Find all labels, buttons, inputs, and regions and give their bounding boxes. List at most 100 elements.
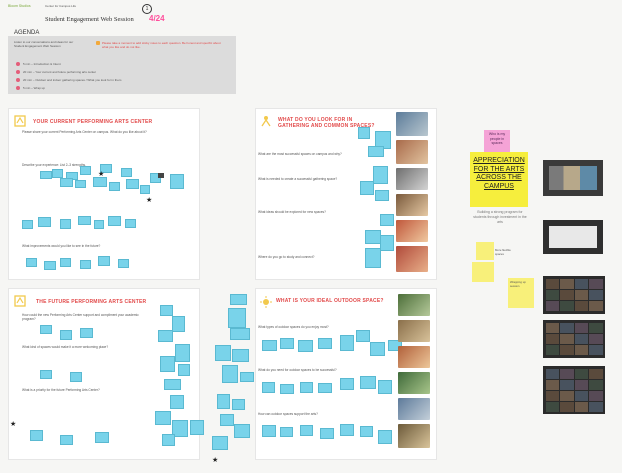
sticky-note[interactable] bbox=[160, 305, 173, 316]
note-circle: 1 bbox=[142, 4, 152, 14]
sticky-note[interactable] bbox=[318, 338, 332, 349]
sticky-note[interactable] bbox=[38, 217, 51, 227]
future-pac-q3: What is a priority for the future Perfor… bbox=[22, 388, 100, 392]
sticky-note[interactable] bbox=[212, 436, 228, 450]
video-tile bbox=[574, 333, 588, 345]
sticky-note[interactable] bbox=[228, 308, 246, 328]
sticky-note[interactable] bbox=[340, 335, 354, 351]
yellow-sticky[interactable] bbox=[472, 262, 494, 282]
sticky-note[interactable] bbox=[320, 428, 334, 439]
sticky-note[interactable] bbox=[380, 235, 394, 251]
sticky-note[interactable] bbox=[280, 384, 294, 394]
sticky-note[interactable] bbox=[373, 166, 388, 184]
sticky-note[interactable] bbox=[358, 127, 370, 139]
agenda-item: 5 min – Wrap up bbox=[23, 86, 45, 90]
sticky-note[interactable] bbox=[95, 432, 109, 443]
sticky-note[interactable] bbox=[40, 171, 52, 179]
outdoor-q3: How can outdoor spaces support the arts? bbox=[258, 412, 318, 416]
sticky-note[interactable] bbox=[234, 424, 250, 438]
video-grid bbox=[543, 276, 605, 314]
sticky-note[interactable] bbox=[60, 330, 72, 340]
sticky-note[interactable] bbox=[300, 425, 313, 436]
sticky-note[interactable] bbox=[75, 180, 86, 188]
sticky-note[interactable] bbox=[126, 179, 139, 189]
sticky-note[interactable] bbox=[222, 365, 238, 383]
sticky-note[interactable] bbox=[360, 181, 374, 195]
sticky-note[interactable] bbox=[60, 435, 73, 445]
sticky-note[interactable] bbox=[80, 166, 91, 175]
sticky-note[interactable] bbox=[340, 378, 354, 390]
sticky-note[interactable] bbox=[160, 356, 175, 372]
sticky-note[interactable] bbox=[368, 146, 384, 157]
sticky-note[interactable] bbox=[22, 220, 33, 229]
outdoor-photo bbox=[398, 398, 430, 420]
sticky-note[interactable] bbox=[375, 190, 389, 201]
sticky-note[interactable] bbox=[52, 169, 63, 178]
sticky-note[interactable] bbox=[98, 256, 110, 266]
sticky-note[interactable] bbox=[125, 219, 136, 228]
sticky-note[interactable] bbox=[108, 216, 121, 226]
yellow-sticky[interactable] bbox=[476, 242, 494, 260]
sticky-note[interactable] bbox=[140, 185, 150, 194]
sticky-note[interactable] bbox=[215, 345, 231, 361]
sticky-note[interactable] bbox=[109, 182, 120, 191]
sticky-note[interactable] bbox=[60, 219, 71, 229]
sticky-note[interactable] bbox=[158, 330, 173, 342]
sticky-note[interactable] bbox=[170, 395, 184, 409]
sticky-note[interactable] bbox=[262, 425, 276, 437]
sticky-note[interactable] bbox=[170, 174, 184, 189]
sticky-note[interactable] bbox=[178, 364, 190, 376]
sticky-note[interactable] bbox=[40, 370, 52, 379]
sticky-note[interactable] bbox=[378, 380, 392, 394]
sticky-note[interactable] bbox=[232, 349, 249, 362]
sticky-note[interactable] bbox=[94, 220, 104, 229]
sticky-note[interactable] bbox=[360, 376, 376, 389]
sticky-note[interactable] bbox=[175, 344, 190, 362]
sticky-note[interactable] bbox=[44, 261, 56, 270]
sticky-note[interactable] bbox=[164, 379, 181, 390]
video-tile bbox=[574, 345, 588, 356]
sticky-note[interactable] bbox=[70, 372, 82, 382]
video-tile bbox=[545, 379, 559, 390]
sticky-note[interactable] bbox=[356, 330, 370, 342]
sticky-note[interactable] bbox=[172, 316, 185, 332]
sticky-note[interactable] bbox=[121, 168, 132, 177]
sticky-note[interactable] bbox=[93, 177, 107, 187]
sticky-note[interactable] bbox=[340, 424, 354, 436]
sticky-note[interactable] bbox=[298, 340, 313, 352]
sticky-note[interactable] bbox=[230, 294, 247, 305]
sticky-note[interactable] bbox=[155, 411, 171, 425]
sticky-note[interactable] bbox=[318, 383, 332, 393]
sticky-note[interactable] bbox=[380, 214, 394, 226]
sticky-note[interactable] bbox=[360, 426, 373, 437]
sticky-note[interactable] bbox=[280, 427, 293, 437]
sticky-note[interactable] bbox=[40, 325, 52, 334]
pink-note[interactable]: Who is my people in spaces bbox=[484, 130, 510, 152]
video-tile bbox=[574, 301, 588, 312]
sticky-note[interactable] bbox=[217, 394, 230, 409]
sticky-note[interactable] bbox=[30, 430, 43, 441]
sticky-note[interactable] bbox=[162, 434, 175, 446]
sticky-note[interactable] bbox=[80, 328, 93, 338]
sticky-note[interactable] bbox=[26, 258, 37, 267]
sticky-note[interactable] bbox=[240, 372, 254, 382]
sticky-note[interactable] bbox=[262, 340, 277, 351]
sticky-note[interactable] bbox=[280, 338, 294, 349]
sticky-note[interactable] bbox=[78, 216, 91, 225]
sticky-note[interactable] bbox=[190, 420, 204, 435]
sticky-note[interactable] bbox=[370, 342, 385, 356]
current-pac-q2: Describe your experience: List 2–3 stren… bbox=[22, 163, 86, 167]
sticky-note[interactable] bbox=[232, 399, 245, 410]
campus-photo bbox=[396, 194, 428, 216]
sticky-note[interactable] bbox=[60, 178, 73, 187]
sticky-note[interactable] bbox=[378, 430, 392, 444]
sticky-note[interactable] bbox=[220, 414, 234, 426]
sticky-note[interactable] bbox=[365, 230, 381, 244]
sticky-note[interactable] bbox=[230, 328, 250, 340]
sticky-note[interactable] bbox=[365, 248, 381, 268]
sticky-note[interactable] bbox=[300, 382, 313, 393]
sticky-note[interactable] bbox=[60, 258, 71, 267]
sticky-note[interactable] bbox=[80, 260, 91, 269]
sticky-note[interactable] bbox=[118, 259, 129, 268]
sticky-note[interactable] bbox=[262, 382, 275, 393]
